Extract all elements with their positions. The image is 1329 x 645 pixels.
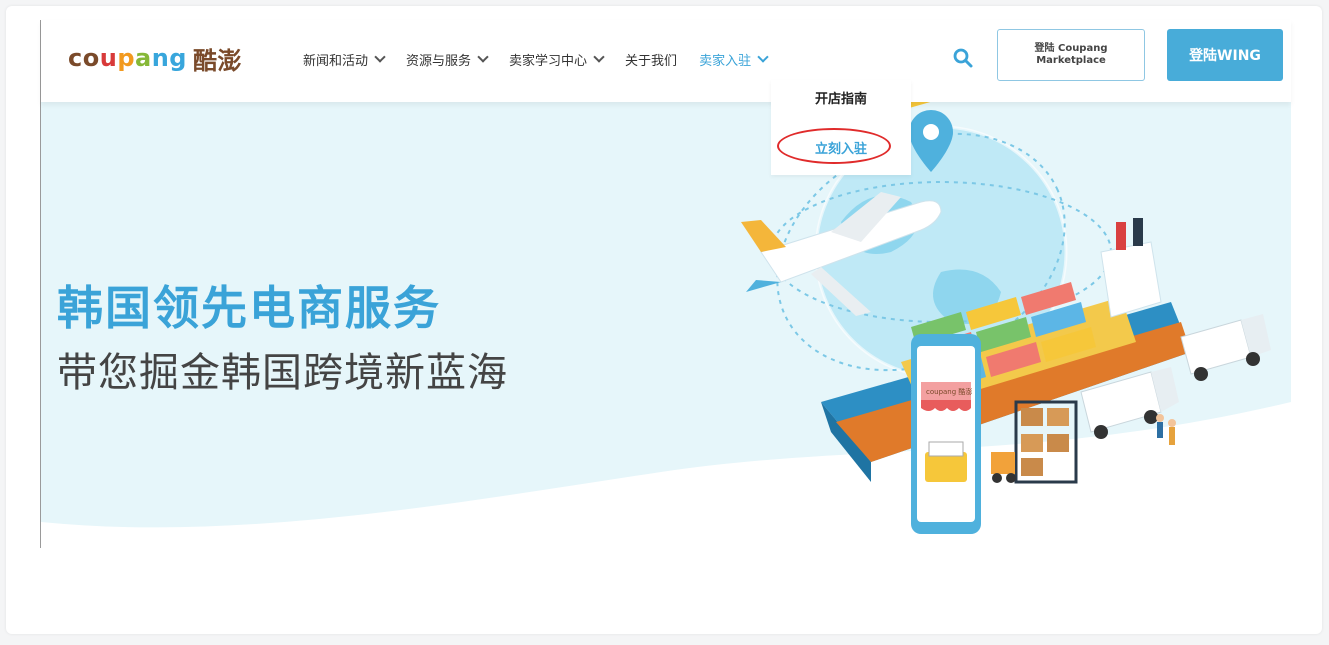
- nav-item-label: 卖家入驻: [699, 53, 752, 69]
- dropdown-item-join-now[interactable]: 立刻入驻: [771, 138, 911, 157]
- logo-text-part: p: [117, 44, 135, 72]
- nav-item-label: 卖家学习中心: [509, 53, 588, 69]
- page-frame: 韩国领先电商服务 带您掘金韩国跨境新蓝海 coupang 酷澎 co u p a…: [6, 6, 1322, 634]
- search-icon[interactable]: [951, 46, 975, 70]
- phone-badge-text: coupang 酷澎: [926, 387, 972, 396]
- nav-item-label: 资源与服务: [406, 53, 472, 69]
- logo-text-part: co: [68, 44, 100, 72]
- forklift-icon: [991, 452, 1016, 483]
- top-navbar: co u p a ng 酷澎 新闻和活动 资源与服务 卖家学习中心 关于我们 卖家入驻: [41, 20, 1291, 102]
- logo-text-part: u: [99, 44, 118, 72]
- nav-item-seller-onboarding[interactable]: 卖家入驻: [699, 48, 769, 70]
- logo-text-part: ng: [151, 44, 187, 72]
- delivery-truck-icon: [1180, 314, 1271, 381]
- button-label-line2: Marketplace: [1036, 55, 1106, 66]
- nav-item-label: 新闻和活动: [303, 53, 369, 69]
- main-nav: 新闻和活动 资源与服务 卖家学习中心 关于我们 卖家入驻: [303, 48, 789, 70]
- nav-item-news-events[interactable]: 新闻和活动: [303, 48, 386, 70]
- chevron-down-icon: [374, 51, 386, 63]
- worker-figure-icon: [1156, 414, 1176, 445]
- nav-item-about-us[interactable]: 关于我们: [625, 48, 677, 70]
- coupang-logo[interactable]: co u p a ng 酷澎: [68, 40, 242, 76]
- logo-text-part: a: [135, 44, 152, 72]
- dropdown-item-store-guide[interactable]: 开店指南: [771, 88, 911, 107]
- warehouse-shelf-icon: [1014, 400, 1078, 484]
- nav-item-seller-learning-center[interactable]: 卖家学习中心: [509, 48, 605, 70]
- nav-item-label: 关于我们: [625, 53, 678, 69]
- button-label-line1: 登陆 Coupang: [1034, 43, 1108, 54]
- chevron-down-icon: [593, 51, 605, 63]
- login-wing-button[interactable]: 登陆WING: [1167, 29, 1283, 81]
- logistics-illustration: coupang 酷澎: [741, 102, 1271, 534]
- seller-onboarding-dropdown: 开店指南 立刻入驻: [771, 80, 911, 175]
- chevron-down-icon: [477, 51, 489, 63]
- logo-chinese-text: 酷澎: [192, 46, 242, 75]
- phone-storefront-icon: [911, 334, 981, 534]
- chevron-down-icon: [757, 51, 769, 63]
- login-marketplace-button[interactable]: 登陆 Coupang Marketplace: [997, 29, 1145, 81]
- nav-item-resources-services[interactable]: 资源与服务: [406, 48, 489, 70]
- hero-banner: 韩国领先电商服务 带您掘金韩国跨境新蓝海 coupang 酷澎: [41, 102, 1291, 548]
